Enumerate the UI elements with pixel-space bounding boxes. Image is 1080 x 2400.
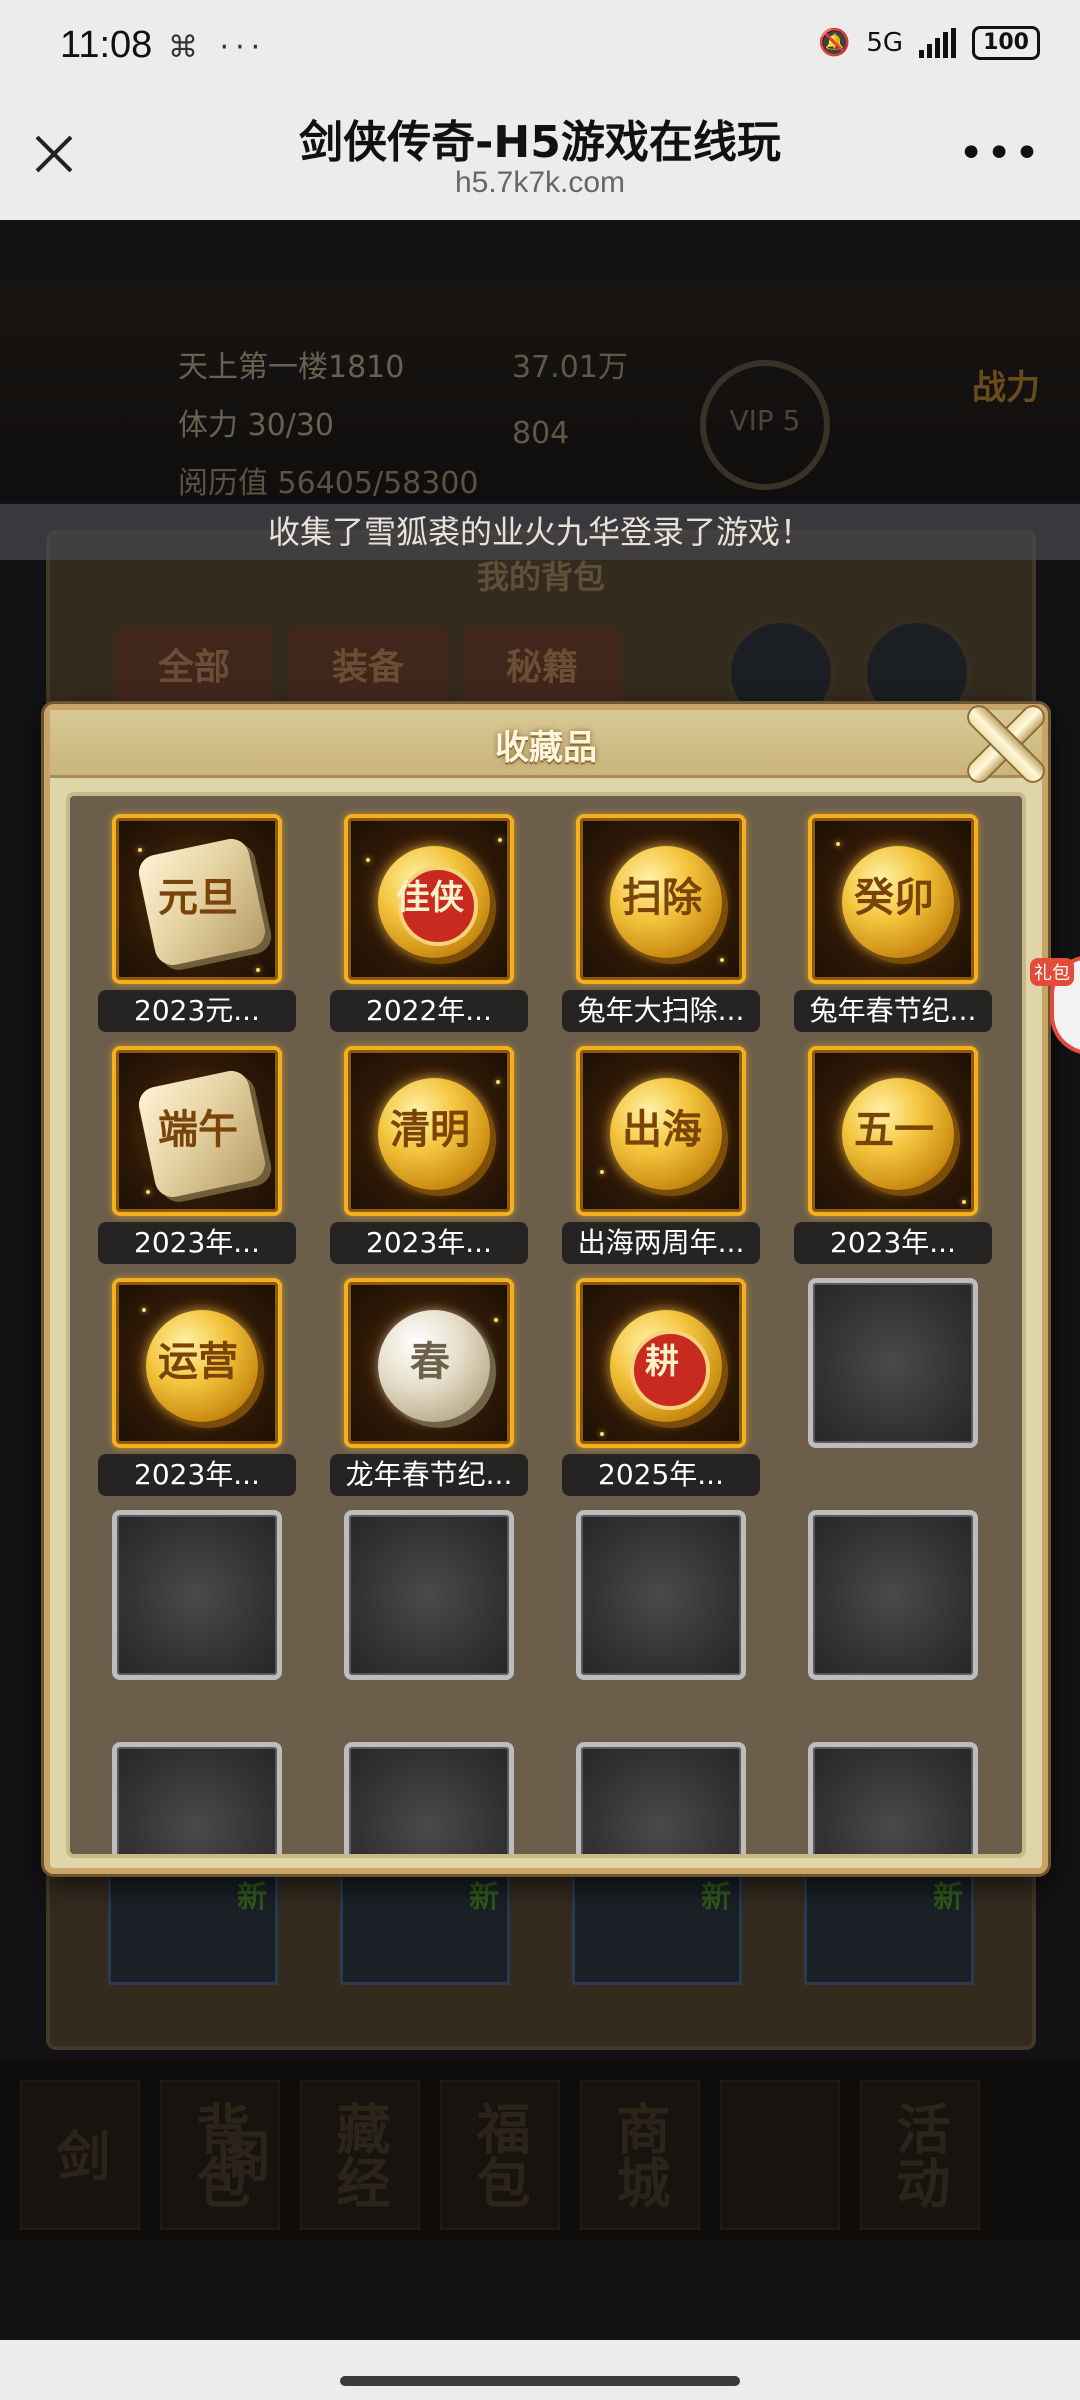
empty-tile <box>576 1742 746 1854</box>
vip-badge: VIP 5 <box>700 360 830 490</box>
new-badge: 新 <box>237 1880 267 1915</box>
coin-count: 37.01万 <box>512 350 628 385</box>
empty-slot[interactable] <box>576 1742 746 1854</box>
login-notice: 收集了雪狐裘的业火九华登录了游戏！ <box>0 504 1080 560</box>
game-bottom-nav: 剑 背包 藏经阁 福包 商城 活动 <box>0 2060 1080 2240</box>
empty-tile <box>808 1278 978 1448</box>
item-label: 出海两周年... <box>562 1222 760 1264</box>
bag-tab-equipment[interactable]: 装备 <box>288 626 448 710</box>
item-label: 2023年... <box>794 1222 992 1264</box>
new-badge: 新 <box>933 1880 963 1915</box>
item-glyph: 出海 <box>622 1106 702 1153</box>
collection-item[interactable]: 佳侠 2022年... <box>330 814 528 1032</box>
status-right-group: 🔕 5G 100 <box>818 26 1040 60</box>
item-label: 2023元... <box>98 990 296 1032</box>
system-nav-bar <box>0 2340 1080 2400</box>
collection-item[interactable]: 耕 2025年... <box>562 1278 760 1496</box>
item-label: 2025年... <box>562 1454 760 1496</box>
collection-item[interactable]: 出海 出海两周年... <box>562 1046 760 1264</box>
collection-item[interactable]: 运营 2023年... <box>98 1278 296 1496</box>
player-info-bar <box>0 280 1080 500</box>
item-glyph: 耕 <box>645 1342 679 1382</box>
player-name: 天上第一楼1810 <box>178 350 405 385</box>
nav-item-sword[interactable]: 剑 <box>20 2080 140 2230</box>
new-badge: 新 <box>701 1880 731 1915</box>
empty-tile <box>576 1510 746 1680</box>
empty-tile <box>808 1742 978 1854</box>
item-glyph: 五一 <box>854 1106 934 1153</box>
home-indicator[interactable] <box>340 2376 740 2386</box>
empty-slot[interactable] <box>576 1510 746 1680</box>
gift-tag: 礼包 <box>1030 958 1074 986</box>
empty-tile <box>808 1510 978 1680</box>
bag-tab-all[interactable]: 全部 <box>114 626 274 710</box>
empty-slot[interactable] <box>808 1742 978 1854</box>
collection-modal: 收藏品 元旦 2023元... 佳侠 2022年... 扫除 兔年大扫除... … <box>44 704 1048 1874</box>
bag-slot[interactable]: 新 <box>572 1865 742 1985</box>
empty-slot[interactable] <box>344 1742 514 1854</box>
empty-slot[interactable] <box>344 1510 514 1680</box>
item-label: 兔年春节纪... <box>794 990 992 1032</box>
gem-count: 804 <box>512 416 570 451</box>
battery-icon: 100 <box>972 26 1040 60</box>
mute-icon: 🔕 <box>817 28 851 58</box>
page-url: h5.7k7k.com <box>454 166 626 199</box>
item-label: 2023年... <box>98 1454 296 1496</box>
status-bar: 11:08 ⌘ ··· 🔕 5G 100 <box>0 0 1080 92</box>
empty-slot[interactable] <box>808 1278 978 1448</box>
browser-header: 剑侠传奇-H5游戏在线玩 h5.7k7k.com ••• <box>0 92 1080 220</box>
collection-item[interactable]: 清明 2023年... <box>330 1046 528 1264</box>
empty-tile <box>112 1742 282 1854</box>
item-label: 2022年... <box>330 990 528 1032</box>
collection-item[interactable]: 元旦 2023元... <box>98 814 296 1032</box>
empty-tile <box>344 1742 514 1854</box>
player-stamina: 体力 30/30 <box>178 408 334 443</box>
item-glyph: 端午 <box>158 1106 238 1153</box>
empty-slot[interactable] <box>112 1742 282 1854</box>
nav-item-scripture[interactable]: 藏经阁 <box>207 2080 420 2230</box>
empty-tile <box>112 1510 282 1680</box>
power-label: 战力 <box>972 368 1040 408</box>
item-label: 2023年... <box>98 1222 296 1264</box>
collection-item[interactable]: 端午 2023年... <box>98 1046 296 1264</box>
item-glyph: 癸卯 <box>854 874 934 921</box>
item-label: 龙年春节纪... <box>330 1454 528 1496</box>
collection-item[interactable]: 癸卯 兔年春节纪... <box>794 814 992 1032</box>
nav-item-shop[interactable]: 商城 <box>580 2080 700 2230</box>
empty-tile <box>344 1510 514 1680</box>
nav-item-blank[interactable] <box>720 2080 840 2230</box>
item-label: 2023年... <box>330 1222 528 1264</box>
item-glyph: 佳侠 <box>396 878 464 918</box>
close-icon[interactable] <box>958 696 1054 792</box>
notification-icons: ⌘ ··· <box>168 30 267 65</box>
signal-icon <box>919 28 957 58</box>
item-glyph: 元旦 <box>158 874 238 921</box>
new-badge: 新 <box>469 1880 499 1915</box>
player-exp: 阅历值 56405/58300 <box>178 466 479 501</box>
collection-item[interactable]: 春 龙年春节纪... <box>330 1278 528 1496</box>
bag-slot[interactable]: 新 <box>804 1865 974 1985</box>
more-menu-icon[interactable]: ••• <box>958 132 1042 176</box>
item-glyph: 扫除 <box>622 874 702 921</box>
bag-slot[interactable]: 新 <box>340 1865 510 1985</box>
empty-slot[interactable] <box>808 1510 978 1680</box>
status-time: 11:08 <box>60 24 153 66</box>
modal-header: 收藏品 <box>50 710 1042 778</box>
collection-item[interactable]: 扫除 兔年大扫除... <box>562 814 760 1032</box>
collection-item[interactable]: 五一 2023年... <box>794 1046 992 1264</box>
page-title: 剑侠传奇-H5游戏在线玩 <box>299 117 781 168</box>
empty-slot[interactable] <box>112 1510 282 1680</box>
item-glyph: 春 <box>410 1338 450 1385</box>
item-glyph: 运营 <box>158 1338 238 1385</box>
network-label: 5G <box>866 28 904 58</box>
bag-tab-manuals[interactable]: 秘籍 <box>462 626 622 710</box>
collection-grid: 元旦 2023元... 佳侠 2022年... 扫除 兔年大扫除... 癸卯 兔… <box>66 792 1026 1858</box>
modal-title: 收藏品 <box>495 728 597 768</box>
item-glyph: 清明 <box>390 1106 470 1153</box>
nav-item-blessing[interactable]: 福包 <box>440 2080 560 2230</box>
nav-item-events[interactable]: 活动 <box>860 2080 980 2230</box>
bag-slot[interactable]: 新 <box>108 1865 278 1985</box>
item-label: 兔年大扫除... <box>562 990 760 1032</box>
